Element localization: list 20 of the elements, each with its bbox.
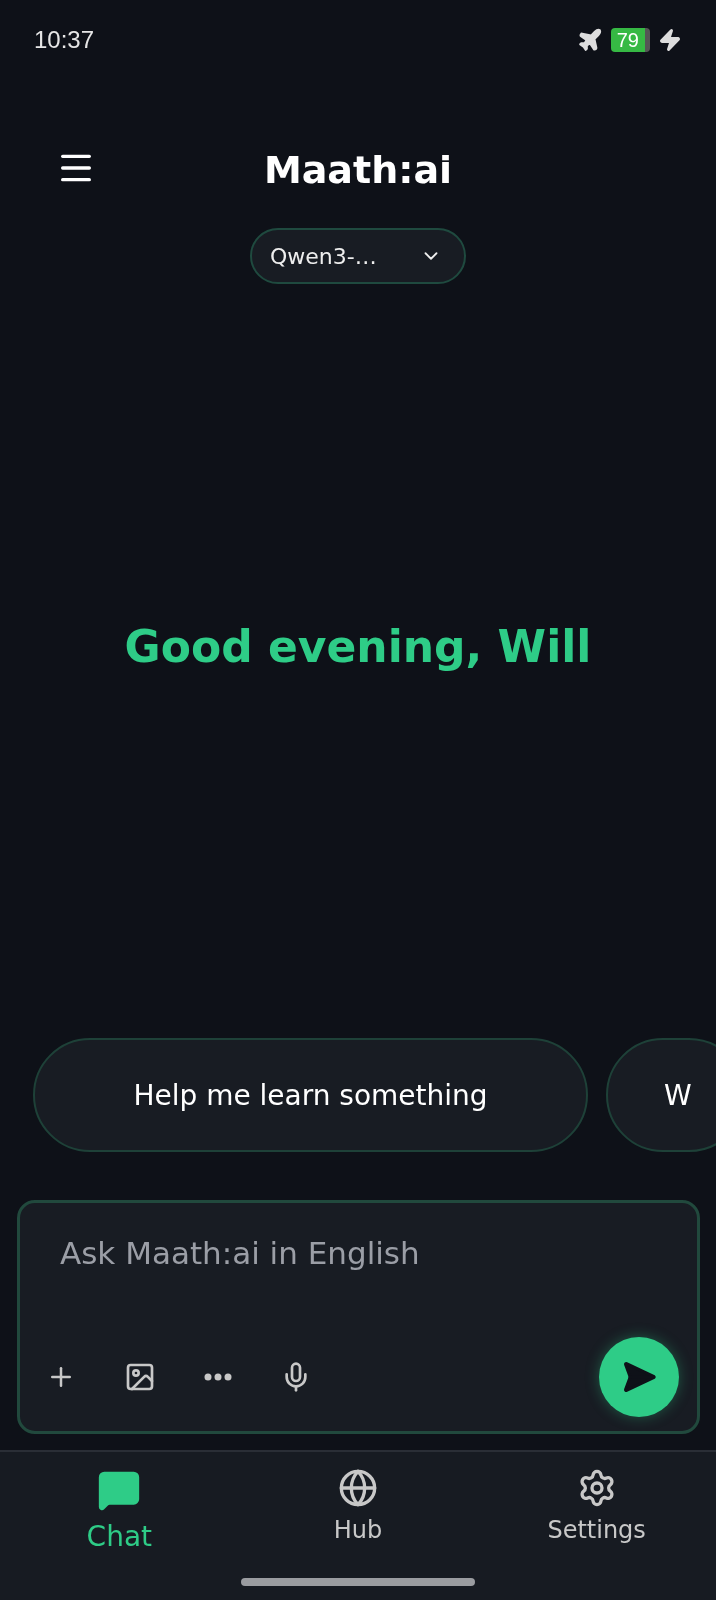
app-title: Maath:ai [263, 148, 453, 192]
more-icon [204, 1373, 232, 1381]
nav-tab[interactable]: Hub [268, 1468, 448, 1553]
nav-tab[interactable]: Chat [29, 1468, 210, 1553]
message-input[interactable]: Ask Maath:ai in English [46, 1235, 679, 1271]
charging-icon [658, 28, 682, 52]
model-selector[interactable]: Qwen3-… [250, 228, 466, 284]
suggestion-chip[interactable]: W [606, 1038, 716, 1152]
image-button[interactable] [124, 1361, 156, 1393]
suggestion-chip[interactable]: Help me learn something [33, 1038, 588, 1152]
more-button[interactable] [204, 1373, 232, 1381]
image-icon [124, 1361, 156, 1393]
send-button[interactable] [599, 1337, 679, 1417]
status-time: 10:37 [34, 26, 95, 54]
airplane-icon [576, 27, 603, 53]
nav-tab[interactable]: Settings [506, 1468, 687, 1553]
send-icon [621, 1359, 657, 1395]
globe-icon [338, 1468, 378, 1508]
battery-level: 79 [610, 28, 650, 52]
greeting: Good evening, Will [124, 620, 592, 672]
